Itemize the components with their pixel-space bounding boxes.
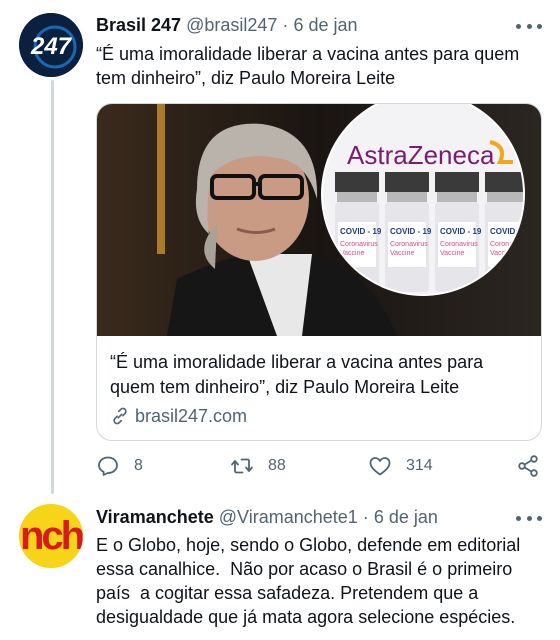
- svg-text:Vaccine: Vaccine: [390, 250, 414, 257]
- tweet-date[interactable]: 6 de jan: [293, 15, 357, 35]
- reply-button[interactable]: 8: [96, 452, 143, 480]
- svg-text:Coronavirus: Coronavirus: [340, 241, 378, 248]
- separator-dot: ·: [362, 507, 369, 527]
- avatar-text: nch: [20, 514, 83, 558]
- heart-icon: [369, 457, 391, 476]
- avatar[interactable]: nch: [19, 504, 83, 568]
- share-icon: [518, 455, 538, 477]
- brand-name: AstraZeneca: [347, 140, 495, 170]
- avatar[interactable]: 247: [19, 13, 83, 77]
- avatar-text: 247: [30, 33, 73, 60]
- retweet-button[interactable]: 88: [230, 452, 286, 480]
- like-count: 314: [406, 457, 433, 474]
- svg-text:COVID - 19: COVID - 19: [390, 227, 432, 236]
- more-options-icon[interactable]: [516, 508, 542, 528]
- share-button[interactable]: [516, 452, 554, 480]
- reply-icon: [98, 456, 118, 476]
- tweet-text: E o Globo, hoje, sendo o Globo, defende …: [96, 535, 526, 627]
- like-button[interactable]: 314: [368, 452, 433, 480]
- svg-text:Coronavirus: Coronavirus: [440, 241, 478, 248]
- svg-text:COVID - 19: COVID - 19: [440, 227, 482, 236]
- display-name[interactable]: Viramanchete: [96, 507, 214, 527]
- tweet-brasil247[interactable]: 247 Brasil 247 @brasil247 · 6 de jan “É …: [0, 0, 560, 494]
- svg-text:Coronavirus: Coronavirus: [390, 241, 428, 248]
- thread-line: [51, 80, 54, 494]
- link-card[interactable]: AstraZeneca COVID - 19 Coronavirus Vacci…: [96, 103, 542, 441]
- viramanchete-logo: nch: [19, 504, 83, 568]
- tweet-actions: 8 88 314: [96, 452, 546, 480]
- svg-text:Vaccine: Vaccine: [440, 250, 464, 257]
- separator-dot: ·: [282, 15, 289, 35]
- card-title[interactable]: “É uma imoralidade liberar a vacina ante…: [110, 350, 530, 400]
- card-domain[interactable]: brasil247.com: [110, 404, 247, 428]
- svg-text:COVID - 19: COVID - 19: [340, 227, 382, 236]
- tweet-header: Viramanchete @Viramanchete1 · 6 de jan: [96, 505, 438, 529]
- user-handle[interactable]: @brasil247: [186, 15, 277, 35]
- card-image: AstraZeneca COVID - 19 Coronavirus Vacci…: [97, 104, 541, 336]
- domain-text: brasil247.com: [135, 406, 248, 426]
- retweet-icon: [231, 458, 253, 474]
- user-handle[interactable]: @Viramanchete1: [219, 507, 358, 527]
- link-icon: [113, 407, 127, 425]
- retweet-count: 88: [268, 457, 286, 474]
- reply-count: 8: [134, 457, 143, 474]
- tweet-header: Brasil 247 @brasil247 · 6 de jan: [96, 13, 358, 37]
- tweet-text: “É uma imoralidade liberar a vacina ante…: [96, 44, 520, 88]
- more-options-icon[interactable]: [516, 16, 542, 36]
- tweet-date[interactable]: 6 de jan: [374, 507, 438, 527]
- display-name[interactable]: Brasil 247: [96, 15, 181, 35]
- brasil247-logo: 247: [19, 13, 83, 77]
